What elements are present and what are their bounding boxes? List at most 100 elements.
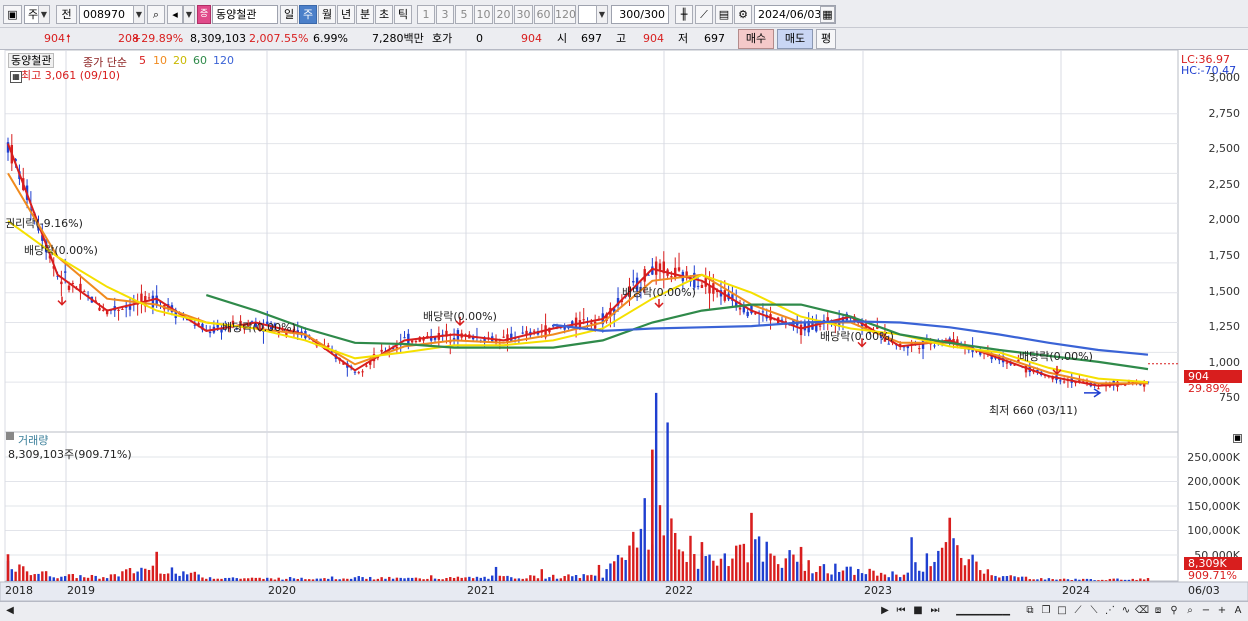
volume-bar xyxy=(163,573,166,581)
sound-dropdown-icon[interactable]: ▼ xyxy=(183,5,195,24)
zoom-slider[interactable]: ▁▁▁▁▁▁▁ xyxy=(945,602,1021,619)
text-tool-icon[interactable]: A xyxy=(1230,602,1246,619)
period-day-button[interactable]: 일 xyxy=(280,5,298,24)
volume-bar xyxy=(1070,580,1073,581)
trade-volume: 8,309,103 xyxy=(190,32,246,45)
candle-type-icon[interactable]: ╫ xyxy=(675,5,693,24)
volume-bar xyxy=(144,568,147,581)
volume-bar xyxy=(262,578,265,581)
volume-bar xyxy=(578,578,582,581)
sound-icon[interactable]: ◂ xyxy=(167,5,183,24)
minute-option-button[interactable]: 3 xyxy=(436,5,454,24)
volume-bar xyxy=(159,573,162,581)
table-view-icon[interactable]: ▦ xyxy=(10,71,22,83)
volume-bar xyxy=(315,578,319,581)
turnover-rate: 6.99% xyxy=(313,32,348,45)
volume-bar xyxy=(784,558,787,581)
pattern-icon[interactable]: ∿ xyxy=(1118,602,1134,619)
draw-tool-icon[interactable]: ⟋ xyxy=(695,5,713,24)
screenshot-icon[interactable]: ⧈ xyxy=(1150,602,1166,619)
minute-option-button[interactable]: 30 xyxy=(514,5,533,24)
volume-bar xyxy=(437,579,441,581)
volume-bar xyxy=(693,554,696,581)
volume-bar xyxy=(494,566,498,581)
x-axis-label: 2020 xyxy=(268,584,296,597)
volume-bar xyxy=(681,551,685,581)
fibo-icon[interactable]: ⋰ xyxy=(1102,602,1118,619)
volume-bar xyxy=(704,556,707,581)
scroll-left-icon[interactable]: ◀ xyxy=(2,602,18,619)
minute-option-button[interactable]: 20 xyxy=(494,5,513,24)
period-month-button[interactable]: 월 xyxy=(318,5,336,24)
window-menu-icon[interactable]: ▣ xyxy=(3,5,22,24)
search-icon[interactable]: ⌕ xyxy=(147,5,165,24)
eval-button[interactable]: 평 xyxy=(816,29,836,49)
search-zoom-icon[interactable]: ⌕ xyxy=(1182,602,1198,619)
stock-chart[interactable] xyxy=(0,50,1248,601)
candle-body xyxy=(746,311,749,317)
minute-option-button[interactable]: 60 xyxy=(534,5,553,24)
volume-bar xyxy=(555,578,559,581)
first-page-icon[interactable]: ⏮ xyxy=(893,602,909,619)
scroll-right-icon[interactable]: ▶ xyxy=(877,602,893,619)
low-price: 697 xyxy=(704,32,725,45)
candle-body xyxy=(151,295,155,308)
candle-body xyxy=(696,285,700,287)
magnet-icon[interactable]: ⚲ xyxy=(1166,602,1182,619)
volume-bar xyxy=(285,578,288,581)
volume-bar xyxy=(353,577,357,581)
volume-bar xyxy=(811,573,814,581)
zoom-out-icon[interactable]: − xyxy=(1198,602,1214,619)
compare-icon[interactable]: ⧉ xyxy=(1022,602,1038,619)
volume-bar xyxy=(628,545,631,581)
line-tool-icon[interactable]: ⟍ xyxy=(1086,602,1102,619)
volume-bar xyxy=(967,559,971,581)
period-minute-button[interactable]: 분 xyxy=(356,5,374,24)
minute-option-button[interactable]: 5 xyxy=(455,5,473,24)
y-tick-label: 2,000 xyxy=(1208,213,1241,226)
volume-bar xyxy=(536,578,540,581)
copy-icon[interactable]: ❐ xyxy=(1038,602,1054,619)
period-week-button[interactable]: 주 xyxy=(299,5,317,24)
settings-gear-icon[interactable]: ⚙ xyxy=(734,5,752,24)
volume-bar xyxy=(1040,578,1043,581)
minute-option-button[interactable]: 120 xyxy=(554,5,576,24)
zoom-in-icon[interactable]: + xyxy=(1214,602,1230,619)
volume-bar xyxy=(1146,578,1150,581)
save-icon[interactable]: ▤ xyxy=(715,5,733,24)
window-icon[interactable]: □ xyxy=(1054,602,1070,619)
erase-icon[interactable]: ⌫ xyxy=(1134,602,1150,619)
volume-bar xyxy=(776,564,780,581)
last-page-icon[interactable]: ⏭ xyxy=(927,602,943,619)
minute-option-button[interactable]: 1 xyxy=(417,5,435,24)
code-dropdown-icon[interactable]: ▼ xyxy=(133,5,145,24)
candle-body xyxy=(761,311,765,313)
x-axis-strip xyxy=(0,581,1248,601)
volume-bar xyxy=(94,575,97,581)
volume-bar xyxy=(548,577,551,581)
custom-period-dropdown-icon[interactable]: ▼ xyxy=(596,5,608,24)
volume-tick-label: 150,000K xyxy=(1187,500,1240,513)
volume-bar xyxy=(609,563,612,581)
buy-button[interactable]: 매수 xyxy=(738,29,774,49)
volume-spike xyxy=(799,546,803,581)
candle-body xyxy=(60,281,63,285)
period-year-button[interactable]: 년 xyxy=(337,5,355,24)
volume-bar xyxy=(513,578,517,581)
volume-bar xyxy=(845,566,848,581)
minute-option-button[interactable]: 10 xyxy=(474,5,493,24)
volume-bar xyxy=(815,571,818,581)
market-type-dropdown-icon[interactable]: ▼ xyxy=(38,5,50,24)
period-second-button[interactable]: 초 xyxy=(375,5,393,24)
panel-close-icon[interactable]: ■ xyxy=(1233,434,1242,443)
stop-icon[interactable]: ■ xyxy=(910,602,926,619)
sell-button[interactable]: 매도 xyxy=(777,29,813,49)
trend-icon[interactable]: ⟋ xyxy=(1070,602,1086,619)
calendar-icon[interactable]: ▦ xyxy=(820,6,835,23)
volume-bar xyxy=(399,577,402,581)
volume-bar xyxy=(593,575,597,581)
data-count-field[interactable]: 300/300 xyxy=(611,5,669,24)
candle-body xyxy=(208,331,212,334)
prev-button[interactable]: 전 xyxy=(56,5,77,24)
period-tick-button[interactable]: 틱 xyxy=(394,5,412,24)
